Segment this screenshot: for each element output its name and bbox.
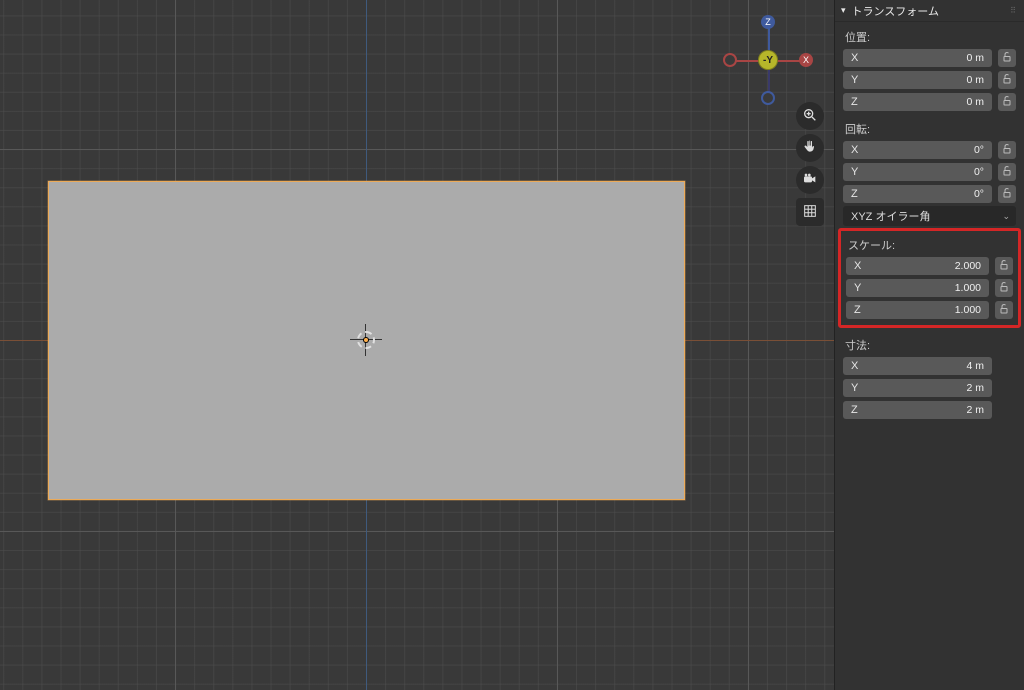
scale-z-lock[interactable] bbox=[995, 301, 1013, 319]
gizmo-neg-y-axis[interactable]: -Y bbox=[758, 50, 778, 70]
dimensions-x-row: X 4 m bbox=[843, 356, 1016, 376]
dimensions-z-field[interactable]: Z 2 m bbox=[843, 401, 992, 419]
hand-icon bbox=[802, 139, 818, 158]
perspective-button[interactable] bbox=[796, 198, 824, 226]
axis-letter: Z bbox=[851, 96, 865, 108]
dimensions-y-row: Y 2 m bbox=[843, 378, 1016, 398]
field-value: 0° bbox=[974, 188, 984, 200]
zoom-icon bbox=[802, 107, 818, 126]
unlock-icon bbox=[1001, 187, 1013, 202]
location-x-row: X 0 m bbox=[843, 48, 1016, 68]
axis-letter: Y bbox=[851, 74, 865, 86]
unlock-icon bbox=[998, 259, 1010, 274]
field-value: 2 m bbox=[966, 404, 984, 416]
field-value: 0° bbox=[974, 144, 984, 156]
unlock-icon bbox=[998, 281, 1010, 296]
gizmo-neg-z-axis[interactable] bbox=[761, 91, 775, 105]
location-y-field[interactable]: Y 0 m bbox=[843, 71, 992, 89]
rotation-x-field[interactable]: X 0° bbox=[843, 141, 992, 159]
location-y-lock[interactable] bbox=[998, 71, 1016, 89]
axis-letter: X bbox=[851, 360, 865, 372]
rotation-z-row: Z 0° bbox=[843, 184, 1016, 204]
axis-gizmo[interactable]: Z X -Y bbox=[730, 22, 806, 98]
unlock-icon bbox=[1001, 143, 1013, 158]
scale-x-lock[interactable] bbox=[995, 257, 1013, 275]
viewport-controls bbox=[796, 102, 824, 226]
rotation-label: 回転: bbox=[835, 114, 1024, 140]
gizmo-x-axis[interactable]: X bbox=[799, 53, 813, 67]
axis-letter: X bbox=[854, 260, 868, 272]
unlock-icon bbox=[1001, 95, 1013, 110]
dimensions-label: 寸法: bbox=[835, 330, 1024, 356]
dimensions-y-field[interactable]: Y 2 m bbox=[843, 379, 992, 397]
scale-y-row: Y 1.000 bbox=[846, 278, 1013, 298]
location-z-field[interactable]: Z 0 m bbox=[843, 93, 992, 111]
field-value: 1.000 bbox=[955, 282, 981, 294]
dropdown-value: XYZ オイラー角 bbox=[851, 208, 930, 224]
field-value: 0° bbox=[974, 166, 984, 178]
gizmo-z-axis[interactable]: Z bbox=[761, 15, 775, 29]
viewport-3d[interactable]: Z X -Y bbox=[0, 0, 834, 690]
axis-letter: Y bbox=[851, 166, 865, 178]
scale-x-row: X 2.000 bbox=[846, 256, 1013, 276]
field-value: 2 m bbox=[966, 382, 984, 394]
grid-icon bbox=[802, 203, 818, 222]
field-value: 0 m bbox=[966, 52, 984, 64]
zoom-button[interactable] bbox=[796, 102, 824, 130]
unlock-icon bbox=[998, 303, 1010, 318]
drag-dots-icon[interactable]: ⠿ bbox=[1010, 6, 1018, 15]
unlock-icon bbox=[1001, 51, 1013, 66]
scale-z-row: Z 1.000 bbox=[846, 300, 1013, 320]
field-value: 0 m bbox=[966, 96, 984, 108]
location-z-lock[interactable] bbox=[998, 93, 1016, 111]
field-value: 0 m bbox=[966, 74, 984, 86]
rotation-y-field[interactable]: Y 0° bbox=[843, 163, 992, 181]
axis-letter: Y bbox=[851, 382, 865, 394]
location-x-lock[interactable] bbox=[998, 49, 1016, 67]
rotation-mode-dropdown[interactable]: XYZ オイラー角 ⌄ bbox=[843, 206, 1016, 226]
panel-title: トランスフォーム bbox=[852, 3, 939, 19]
scale-label: スケール: bbox=[841, 233, 1018, 256]
gizmo-neg-x-axis[interactable] bbox=[723, 53, 737, 67]
pan-button[interactable] bbox=[796, 134, 824, 162]
field-value: 1.000 bbox=[955, 304, 981, 316]
axis-letter: Z bbox=[851, 404, 865, 416]
unlock-icon bbox=[1001, 73, 1013, 88]
axis-letter: Z bbox=[851, 188, 865, 200]
axis-letter: Y bbox=[854, 282, 868, 294]
location-y-row: Y 0 m bbox=[843, 70, 1016, 90]
camera-icon bbox=[802, 171, 818, 190]
axis-letter: X bbox=[851, 144, 865, 156]
n-panel-sidebar: ▾ トランスフォーム ⠿ 位置: X 0 m Y 0 m Z 0 m 回転: X… bbox=[834, 0, 1024, 690]
axis-letter: X bbox=[851, 52, 865, 64]
location-z-row: Z 0 m bbox=[843, 92, 1016, 112]
chevron-down-icon: ▾ bbox=[841, 5, 846, 16]
scale-x-field[interactable]: X 2.000 bbox=[846, 257, 989, 275]
rotation-x-lock[interactable] bbox=[998, 141, 1016, 159]
camera-button[interactable] bbox=[796, 166, 824, 194]
rotation-z-lock[interactable] bbox=[998, 185, 1016, 203]
location-label: 位置: bbox=[835, 22, 1024, 48]
scale-z-field[interactable]: Z 1.000 bbox=[846, 301, 989, 319]
location-x-field[interactable]: X 0 m bbox=[843, 49, 992, 67]
rotation-y-lock[interactable] bbox=[998, 163, 1016, 181]
transform-panel-header[interactable]: ▾ トランスフォーム ⠿ bbox=[835, 0, 1024, 22]
axis-letter: Z bbox=[854, 304, 868, 316]
dimensions-x-field[interactable]: X 4 m bbox=[843, 357, 992, 375]
rotation-y-row: Y 0° bbox=[843, 162, 1016, 182]
field-value: 4 m bbox=[966, 360, 984, 372]
chevron-down-icon: ⌄ bbox=[1002, 211, 1010, 222]
dimensions-z-row: Z 2 m bbox=[843, 400, 1016, 420]
scale-y-field[interactable]: Y 1.000 bbox=[846, 279, 989, 297]
rotation-x-row: X 0° bbox=[843, 140, 1016, 160]
rotation-z-field[interactable]: Z 0° bbox=[843, 185, 992, 203]
unlock-icon bbox=[1001, 165, 1013, 180]
scale-y-lock[interactable] bbox=[995, 279, 1013, 297]
field-value: 2.000 bbox=[955, 260, 981, 272]
scale-section-highlight: スケール: X 2.000 Y 1.000 Z 1.000 bbox=[838, 228, 1021, 328]
